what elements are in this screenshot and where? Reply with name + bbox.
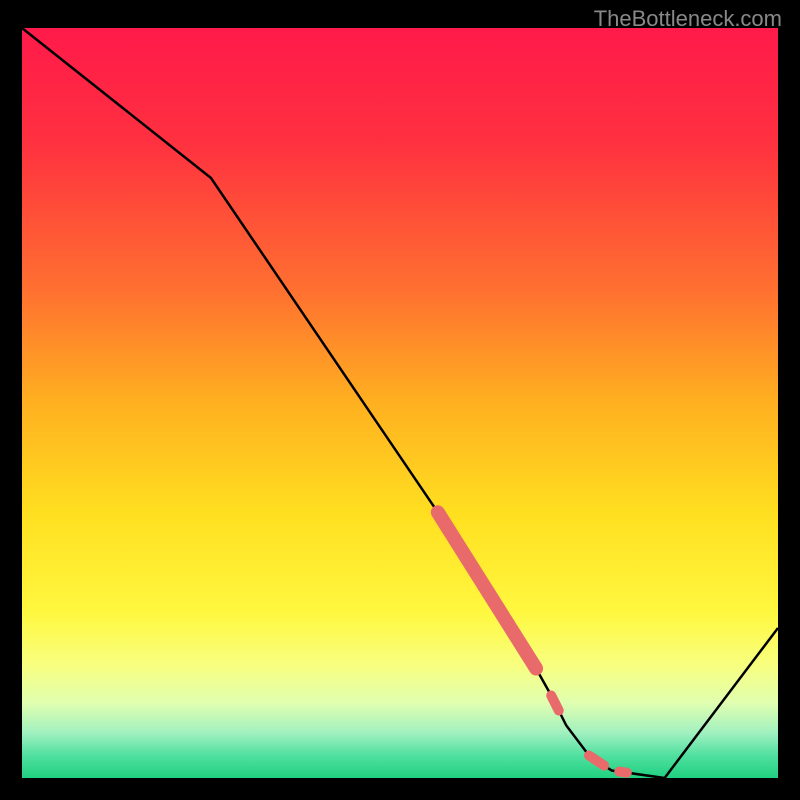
- plot-background: [22, 28, 778, 778]
- highlight-segment: [551, 696, 559, 711]
- highlight-segment: [619, 772, 627, 773]
- watermark-text: TheBottleneck.com: [594, 6, 782, 32]
- chart-container: TheBottleneck.com: [0, 0, 800, 800]
- bottleneck-chart: [0, 0, 800, 800]
